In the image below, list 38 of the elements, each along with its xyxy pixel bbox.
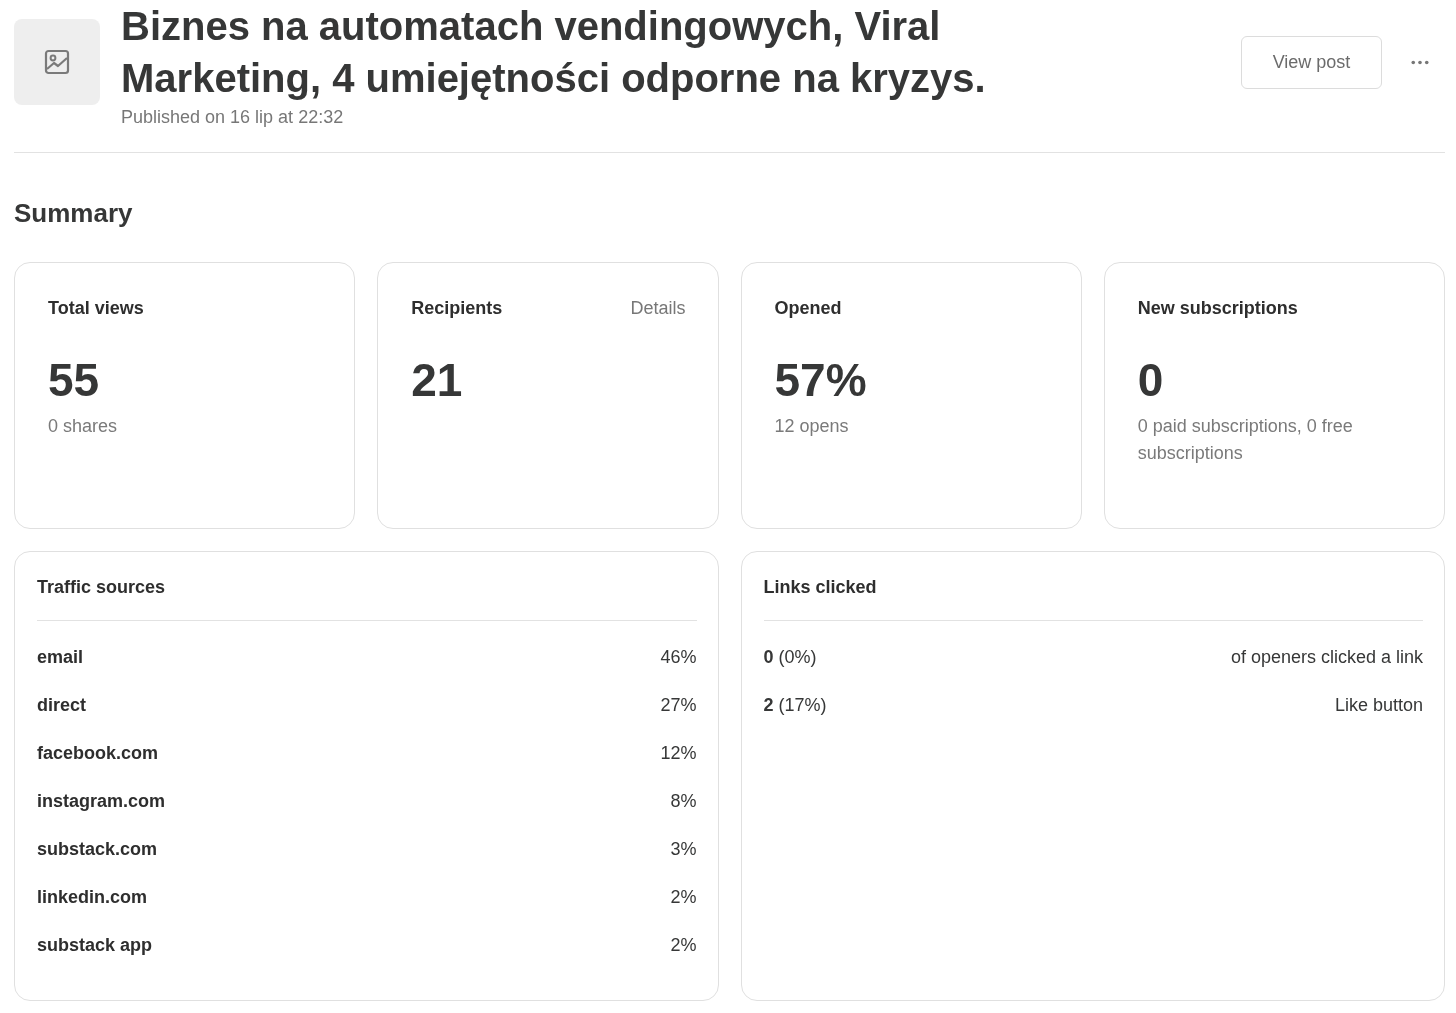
source-name: substack.com xyxy=(37,838,158,860)
source-share: 8% xyxy=(670,790,697,812)
post-title: Biznes na automatach vendingowych, Viral Marketing, 4 umiejętności odporne na kryzys. xyxy=(121,3,987,102)
published-date: Published on 16 lip at 22:32 xyxy=(121,106,345,129)
details-link[interactable]: Details xyxy=(630,296,686,320)
view-post-button[interactable]: View post xyxy=(1241,36,1382,89)
click-count: 2 (17%) xyxy=(763,694,827,716)
stat-value: 21 xyxy=(411,353,463,408)
stat-value: 55 xyxy=(48,353,100,408)
stat-label: Recipients xyxy=(411,297,503,320)
source-name: email xyxy=(37,646,84,668)
panel-title: Traffic sources xyxy=(37,576,166,599)
stat-detail: 0 shares xyxy=(48,415,119,438)
stat-label: Opened xyxy=(774,297,842,320)
stat-detail: 0 paid subscriptions, 0 free subscriptions xyxy=(1137,415,1354,465)
click-label: Like button xyxy=(1334,694,1423,716)
click-count: 0 (0%) xyxy=(763,646,817,668)
source-name: direct xyxy=(37,694,87,716)
source-share: 46% xyxy=(660,646,697,668)
more-icon[interactable] xyxy=(1411,60,1429,65)
stat-detail: 12 opens xyxy=(774,415,850,438)
source-share: 3% xyxy=(670,838,697,860)
source-name: instagram.com xyxy=(37,790,166,812)
stat-value: 0 xyxy=(1137,353,1164,408)
stat-value: 57% xyxy=(774,353,867,408)
source-share: 27% xyxy=(660,694,697,716)
summary-heading: Summary xyxy=(14,198,134,228)
panel-title: Links clicked xyxy=(763,576,877,599)
source-share: 12% xyxy=(660,742,697,764)
stat-label: Total views xyxy=(48,297,144,320)
click-label: of openers clicked a link xyxy=(1230,646,1423,668)
source-name: linkedin.com xyxy=(37,886,148,908)
source-name: facebook.com xyxy=(37,742,159,764)
source-share: 2% xyxy=(670,886,697,908)
stat-label: New subscriptions xyxy=(1137,297,1298,320)
source-share: 2% xyxy=(670,934,697,956)
source-name: substack app xyxy=(37,934,153,956)
image-icon xyxy=(44,49,70,75)
